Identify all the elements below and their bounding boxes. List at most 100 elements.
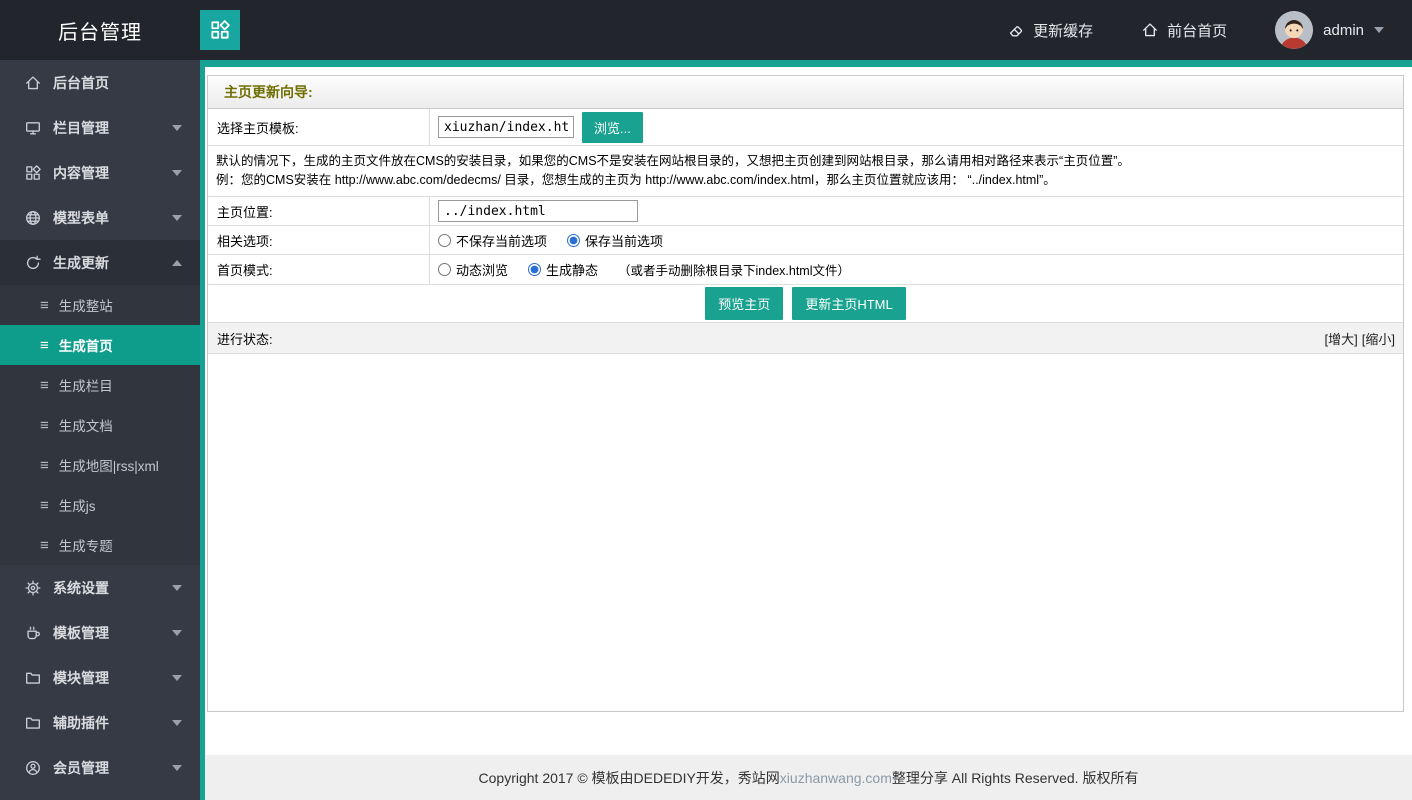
submenu-item-generate-sitemap[interactable]: ≡ 生成地图|rss|xml xyxy=(0,445,200,485)
option-no-save[interactable]: 不保存当前选项 xyxy=(438,231,547,250)
submenu-item-generate-special[interactable]: ≡ 生成专题 xyxy=(0,525,200,565)
description-line-2: 例：您的CMS安装在 http://www.abc.com/dedecms/ 目… xyxy=(216,171,1403,190)
sidebar-item-dashboard[interactable]: 后台首页 xyxy=(0,60,200,105)
position-label: 主页位置: xyxy=(208,197,430,225)
submenu-item-label: 生成js xyxy=(59,495,96,515)
options-label: 相关选项: xyxy=(208,226,430,254)
sidebar-item-label: 模块管理 xyxy=(53,668,161,688)
panel-title: 主页更新向导: xyxy=(208,76,1403,109)
chevron-up-icon xyxy=(172,260,182,266)
mode-label: 首页模式: xyxy=(208,255,430,284)
browse-button[interactable]: 浏览... xyxy=(582,112,643,143)
update-cache-link[interactable]: 更新缓存 xyxy=(1007,20,1093,41)
submenu-item-generate-columns[interactable]: ≡ 生成栏目 xyxy=(0,365,200,405)
submenu-item-generate-documents[interactable]: ≡ 生成文档 xyxy=(0,405,200,445)
sidebar-item-label: 辅助插件 xyxy=(53,713,161,733)
sidebar-item-label: 模型表单 xyxy=(53,208,161,228)
submenu-item-label: 生成栏目 xyxy=(59,375,113,395)
status-output-area xyxy=(208,354,1403,711)
front-site-link[interactable]: 前台首页 xyxy=(1141,20,1227,41)
sidebar-toggle-button[interactable] xyxy=(200,10,240,50)
update-homepage-html-button[interactable]: 更新主页HTML xyxy=(792,287,905,320)
mode-static[interactable]: 生成静态 xyxy=(528,260,598,279)
save-radio[interactable] xyxy=(567,234,580,247)
no-save-radio[interactable] xyxy=(438,234,451,247)
footer-site-link[interactable]: xiuzhanwang.com xyxy=(780,770,892,786)
grid-icon xyxy=(210,20,230,40)
submenu-item-generate-homepage[interactable]: ≡ 生成首页 xyxy=(0,325,200,365)
sidebar-item-label: 内容管理 xyxy=(53,163,161,183)
copyright-prefix: Copyright 2017 © 模板由DEDEDIY开发，秀站网 xyxy=(479,768,780,788)
submenu-item-label: 生成专题 xyxy=(59,535,113,555)
list-icon: ≡ xyxy=(40,298,49,313)
position-input[interactable] xyxy=(438,200,638,222)
static-radio[interactable] xyxy=(528,263,541,276)
submenu-item-label: 生成文档 xyxy=(59,415,113,435)
app-title: 后台管理 xyxy=(0,16,200,45)
home-icon xyxy=(24,74,42,92)
accent-top-strip xyxy=(205,60,1412,67)
no-save-label: 不保存当前选项 xyxy=(456,231,547,250)
sidebar-item-member-management[interactable]: 会员管理 xyxy=(0,745,200,790)
template-input[interactable] xyxy=(438,116,574,138)
template-row: 选择主页模板: 浏览... xyxy=(208,109,1403,146)
sidebar-item-label: 模板管理 xyxy=(53,623,161,643)
sidebar-item-label: 会员管理 xyxy=(53,758,161,778)
chevron-down-icon xyxy=(172,675,182,681)
option-save[interactable]: 保存当前选项 xyxy=(567,231,663,250)
chevron-down-icon xyxy=(172,585,182,591)
options-row: 相关选项: 不保存当前选项 保存当前选项 xyxy=(208,226,1403,255)
chevron-down-icon xyxy=(172,720,182,726)
chevron-down-icon xyxy=(172,215,182,221)
list-icon: ≡ xyxy=(40,418,49,433)
dynamic-label: 动态浏览 xyxy=(456,260,508,279)
sidebar-item-label: 系统设置 xyxy=(53,578,161,598)
sidebar-item-module-management[interactable]: 模块管理 xyxy=(0,655,200,700)
template-label: 选择主页模板: xyxy=(208,109,430,145)
sidebar-item-content[interactable]: 内容管理 xyxy=(0,150,200,195)
submenu-item-generate-whole-site[interactable]: ≡ 生成整站 xyxy=(0,285,200,325)
description-block: 默认的情况下，生成的主页文件放在CMS的安装目录，如果您的CMS不是安装在网站根… xyxy=(208,146,1403,197)
sidebar-item-label: 栏目管理 xyxy=(53,118,161,138)
list-icon: ≡ xyxy=(40,538,49,553)
submenu-item-label: 生成首页 xyxy=(59,335,113,355)
mode-row: 首页模式: 动态浏览 生成静态 （或者手动删除根目录下index.html文件） xyxy=(208,255,1403,285)
monitor-icon xyxy=(24,119,42,137)
dynamic-radio[interactable] xyxy=(438,263,451,276)
save-label: 保存当前选项 xyxy=(585,231,663,250)
shrink-link[interactable]: [缩小] xyxy=(1362,329,1395,348)
sidebar: 后台首页 栏目管理 内容管理 模型表单 生成更新 ≡ xyxy=(0,60,200,800)
home-icon xyxy=(1141,21,1159,39)
folder-icon xyxy=(24,714,42,732)
sidebar-item-model-forms[interactable]: 模型表单 xyxy=(0,195,200,240)
sidebar-item-label: 后台首页 xyxy=(53,73,182,93)
sidebar-item-columns[interactable]: 栏目管理 xyxy=(0,105,200,150)
sidebar-item-system-settings[interactable]: 系统设置 xyxy=(0,565,200,610)
preview-homepage-button[interactable]: 预览主页 xyxy=(705,287,783,320)
eraser-icon xyxy=(1007,21,1025,39)
sidebar-item-generate[interactable]: 生成更新 xyxy=(0,240,200,285)
status-row: 进行状态: [增大] [缩小] xyxy=(208,323,1403,354)
copyright-suffix: 整理分享 All Rights Reserved. 版权所有 xyxy=(892,768,1139,788)
list-icon: ≡ xyxy=(40,338,49,353)
position-row: 主页位置: xyxy=(208,197,1403,226)
grid-icon xyxy=(24,164,42,182)
avatar xyxy=(1275,11,1313,49)
list-icon: ≡ xyxy=(40,498,49,513)
mode-note: （或者手动删除根目录下index.html文件） xyxy=(618,260,850,279)
mode-dynamic[interactable]: 动态浏览 xyxy=(438,260,508,279)
page-footer: Copyright 2017 © 模板由DEDEDIY开发，秀站网xiuzhan… xyxy=(205,755,1412,800)
user-menu[interactable]: admin xyxy=(1275,11,1384,49)
sidebar-item-label: 生成更新 xyxy=(53,253,161,273)
enlarge-link[interactable]: [增大] xyxy=(1325,329,1358,348)
chevron-down-icon xyxy=(172,170,182,176)
sidebar-item-template-management[interactable]: 模板管理 xyxy=(0,610,200,655)
sidebar-item-auxiliary-plugins[interactable]: 辅助插件 xyxy=(0,700,200,745)
username: admin xyxy=(1323,22,1364,39)
static-label: 生成静态 xyxy=(546,260,598,279)
gear-icon xyxy=(24,579,42,597)
submenu-item-label: 生成整站 xyxy=(59,295,113,315)
action-buttons-row: 预览主页 更新主页HTML xyxy=(208,285,1403,323)
submenu-item-generate-js[interactable]: ≡ 生成js xyxy=(0,485,200,525)
generate-submenu: ≡ 生成整站 ≡ 生成首页 ≡ 生成栏目 ≡ 生成文档 ≡ 生成地图|rss|x… xyxy=(0,285,200,565)
